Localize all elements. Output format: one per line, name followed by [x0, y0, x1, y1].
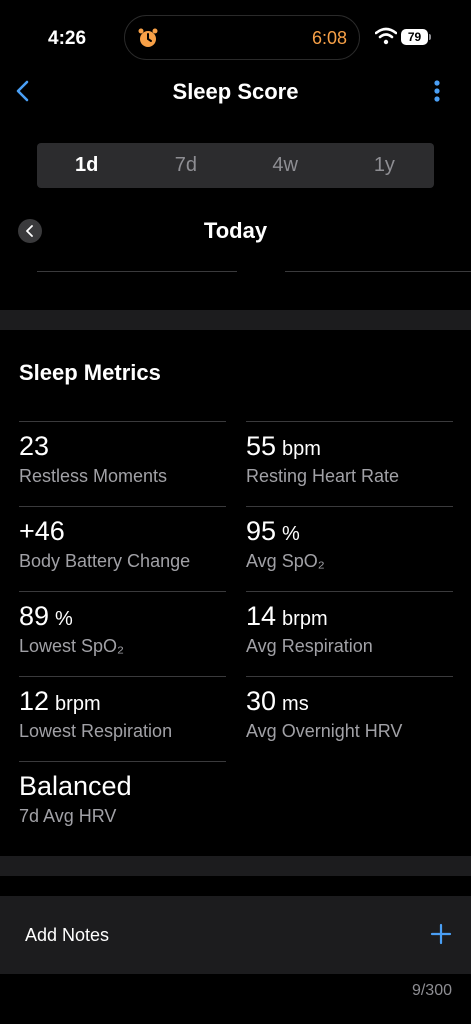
tab-1d[interactable]: 1d: [37, 143, 136, 188]
metric-value: 14: [246, 601, 277, 631]
notes-character-counter: 9/300: [411, 982, 452, 999]
metric-unit: brpm: [55, 693, 101, 715]
metric-value: 12: [19, 686, 50, 716]
battery-cap: [429, 34, 431, 40]
divider: [37, 271, 237, 272]
status-time: 4:26: [48, 28, 87, 49]
wifi-icon: [375, 27, 397, 45]
metric-label: Lowest Respiration: [19, 721, 173, 741]
tab-1y[interactable]: 1y: [335, 143, 434, 188]
metric-label: Resting Heart Rate: [246, 466, 400, 486]
metric-label: Lowest SpO₂: [19, 636, 125, 656]
metric-resting-heart-rate: 55 bpm Resting Heart Rate: [246, 421, 453, 506]
section-separator: [0, 856, 471, 876]
range-segmented-control: 1d 7d 4w 1y: [37, 143, 434, 188]
metric-label: Avg Overnight HRV: [246, 721, 403, 741]
tab-4w[interactable]: 4w: [236, 143, 335, 188]
metric-avg-respiration: 14 brpm Avg Respiration: [246, 591, 453, 676]
nav-bar: Sleep Score: [0, 70, 471, 114]
alarm-time: 6:08: [311, 28, 347, 48]
metric-unit: ms: [282, 693, 309, 715]
metric-value: 95: [246, 516, 277, 546]
metric-value: 23: [19, 431, 50, 461]
date-label: Today: [203, 218, 268, 243]
metric-label: 7d Avg HRV: [19, 806, 117, 826]
section-separator: [0, 310, 471, 330]
metric-lowest-respiration: 12 brpm Lowest Respiration: [19, 676, 226, 761]
metric-value: Balanced: [19, 771, 132, 801]
metric-body-battery-change: +46 Body Battery Change: [19, 506, 226, 591]
metric-restless-moments: 23 Restless Moments: [19, 421, 226, 506]
metrics-section-title: Sleep Metrics: [19, 360, 161, 385]
tab-7d[interactable]: 7d: [136, 143, 235, 188]
metric-value: 55: [246, 431, 277, 461]
metric-avg-overnight-hrv: 30 ms Avg Overnight HRV: [246, 676, 453, 761]
metric-label: Restless Moments: [19, 466, 168, 486]
divider: [285, 271, 471, 272]
page-title: Sleep Score: [172, 79, 299, 104]
metric-label: Body Battery Change: [19, 551, 191, 571]
status-bar: 4:26 6:08 79: [0, 0, 471, 70]
metric-lowest-spo2: 89% Lowest SpO₂: [19, 591, 226, 676]
metric-label: Avg SpO₂: [246, 551, 325, 571]
metric-value: +46: [19, 516, 65, 546]
metric-unit: brpm: [282, 608, 328, 630]
metric-value: 30: [246, 686, 277, 716]
add-notes-row[interactable]: Add Notes: [0, 896, 471, 974]
metric-unit: %: [55, 608, 73, 630]
metric-unit: bpm: [282, 438, 321, 460]
metric-unit: %: [282, 523, 300, 545]
metric-7d-avg-hrv: Balanced 7d Avg HRV: [19, 761, 226, 846]
alarm-clock-icon: [138, 28, 158, 47]
add-notes-label: Add Notes: [25, 925, 110, 945]
metric-value: 89: [19, 601, 50, 631]
battery-indicator: 79: [401, 29, 428, 45]
metric-avg-spo2: 95% Avg SpO₂: [246, 506, 453, 591]
more-vertical-icon[interactable]: [430, 78, 444, 104]
dynamic-island[interactable]: 6:08: [124, 15, 360, 60]
plus-icon[interactable]: [430, 923, 452, 945]
metric-label: Avg Respiration: [246, 636, 373, 656]
